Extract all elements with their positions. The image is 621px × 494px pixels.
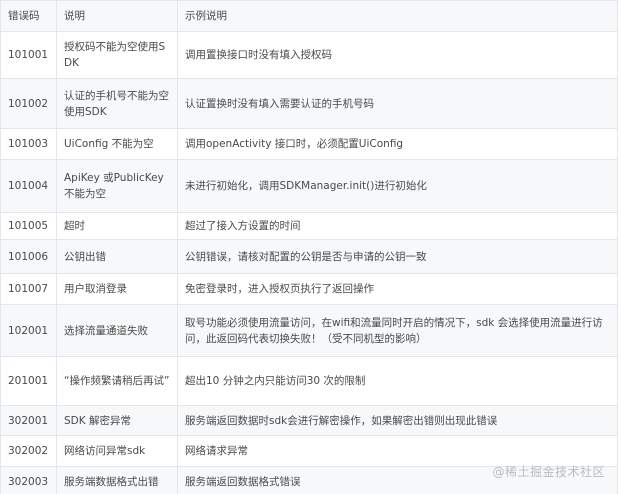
cell-description: 授权码不能为空使用SDK <box>56 31 178 79</box>
header-description: 说明 <box>56 0 178 32</box>
table-row: 201001 “操作频繁请稍后再试” 超出10 分钟之内只能访问30 次的限制 <box>0 356 618 406</box>
cell-example: 调用置换接口时没有填入授权码 <box>177 31 618 79</box>
cell-code: 101001 <box>0 31 57 79</box>
table-row: 101003 UiConfig 不能为空 调用openActivity 接口时，… <box>0 128 618 160</box>
cell-description: 用户取消登录 <box>56 273 178 305</box>
cell-example: 调用openActivity 接口时，必须配置UiConfig <box>177 128 618 160</box>
header-error-code: 错误码 <box>0 0 57 32</box>
cell-description: “操作频繁请稍后再试” <box>56 356 178 406</box>
cell-code: 101003 <box>0 128 57 160</box>
table-row: 101007 用户取消登录 免密登录时，进入授权页执行了返回操作 <box>0 273 618 305</box>
cell-code: 102001 <box>0 304 57 357</box>
cell-code: 101004 <box>0 159 57 213</box>
header-example: 示例说明 <box>177 0 618 32</box>
page: 错误码 说明 示例说明 101001 授权码不能为空使用SDK 调用置换接口时没… <box>0 0 621 494</box>
table-row: 302001 SDK 解密异常 服务端返回数据时sdk会进行解密操作，如果解密出… <box>0 405 618 436</box>
cell-description: SDK 解密异常 <box>56 405 178 436</box>
cell-example: 超出10 分钟之内只能访问30 次的限制 <box>177 356 618 406</box>
cell-example: 认证置换时没有填入需要认证的手机号码 <box>177 78 618 129</box>
cell-example: 未进行初始化，调用SDKManager.init()进行初始化 <box>177 159 618 213</box>
cell-code: 302002 <box>0 435 57 467</box>
table-row: 101006 公钥出错 公钥错误，请核对配置的公钥是否与申请的公钥一致 <box>0 239 618 274</box>
table-header-row: 错误码 说明 示例说明 <box>0 0 618 32</box>
cell-code: 101006 <box>0 239 57 274</box>
cell-example: 免密登录时，进入授权页执行了返回操作 <box>177 273 618 305</box>
cell-example: 取号功能必须使用流量访问，在wifi和流量同时开启的情况下，sdk 会选择使用流… <box>177 304 618 357</box>
cell-description: 选择流量通道失败 <box>56 304 178 357</box>
cell-description: UiConfig 不能为空 <box>56 128 178 160</box>
cell-description: 认证的手机号不能为空使用SDK <box>56 78 178 129</box>
cell-code: 101005 <box>0 212 57 240</box>
cell-description: 网络访问异常sdk <box>56 435 178 467</box>
cell-example: 公钥错误，请核对配置的公钥是否与申请的公钥一致 <box>177 239 618 274</box>
table-row: 101001 授权码不能为空使用SDK 调用置换接口时没有填入授权码 <box>0 31 618 79</box>
cell-example: 网络请求异常 <box>177 435 618 467</box>
cell-description: 超时 <box>56 212 178 240</box>
cell-description: 公钥出错 <box>56 239 178 274</box>
cell-description: ApiKey 或PublicKey不能为空 <box>56 159 178 213</box>
cell-code: 302003 <box>0 466 57 494</box>
cell-description: 服务端数据格式出错 <box>56 466 178 494</box>
cell-example: 超过了接入方设置的时间 <box>177 212 618 240</box>
table-row: 101005 超时 超过了接入方设置的时间 <box>0 212 618 240</box>
cell-example: 服务端返回数据时sdk会进行解密操作，如果解密出错则出现此错误 <box>177 405 618 436</box>
watermark: @稀土掘金技术社区 <box>492 465 605 479</box>
table-row: 101002 认证的手机号不能为空使用SDK 认证置换时没有填入需要认证的手机号… <box>0 78 618 129</box>
table-row: 302002 网络访问异常sdk 网络请求异常 <box>0 435 618 467</box>
table-row: 101004 ApiKey 或PublicKey不能为空 未进行初始化，调用SD… <box>0 159 618 213</box>
cell-code: 101002 <box>0 78 57 129</box>
cell-code: 201001 <box>0 356 57 406</box>
error-code-table: 错误码 说明 示例说明 101001 授权码不能为空使用SDK 调用置换接口时没… <box>0 0 618 494</box>
cell-code: 101007 <box>0 273 57 305</box>
cell-code: 302001 <box>0 405 57 436</box>
table-row: 102001 选择流量通道失败 取号功能必须使用流量访问，在wifi和流量同时开… <box>0 304 618 357</box>
